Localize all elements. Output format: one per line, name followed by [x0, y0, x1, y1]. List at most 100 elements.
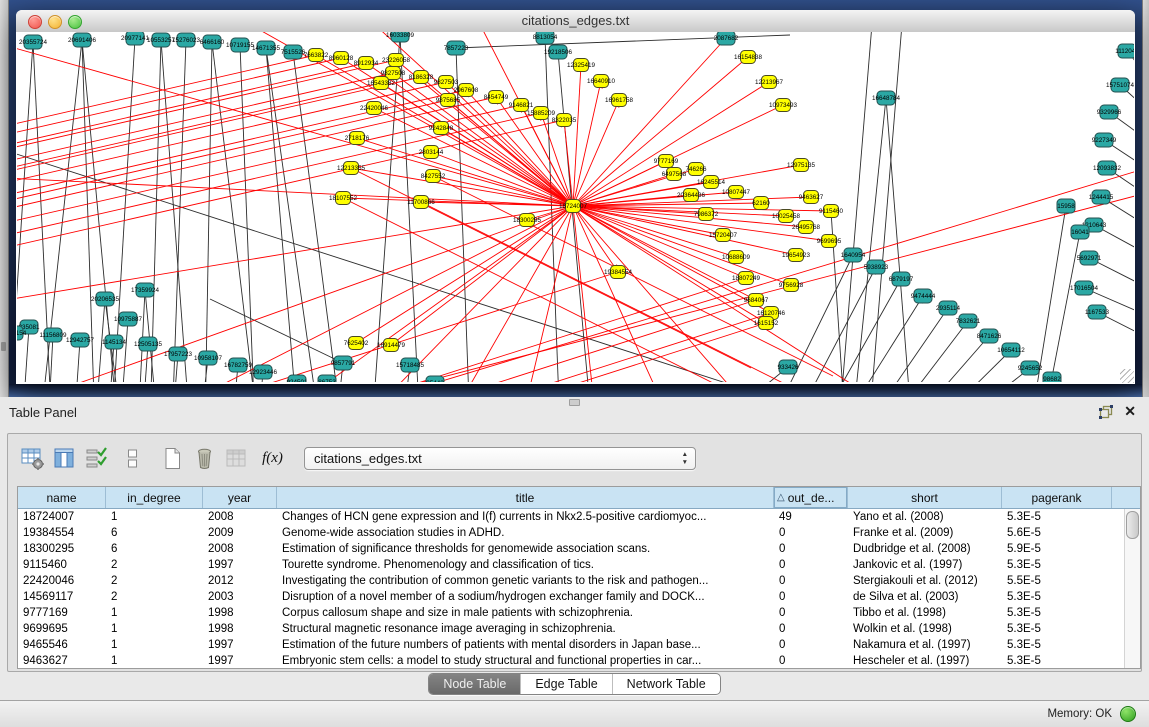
table-cell: Genome-wide association studies in ADHD.: [277, 527, 774, 539]
graph-node-label: 20355724: [19, 39, 48, 46]
graph-node-label: 5692971: [1077, 255, 1102, 262]
table-settings-button[interactable]: [20, 446, 45, 471]
table-cell: 1998: [203, 623, 277, 635]
graph-edge[interactable]: [205, 42, 212, 382]
graph-node-label: 15751074: [1106, 82, 1134, 89]
graph-edge[interactable]: [1030, 206, 1066, 382]
table-row[interactable]: 2242004622012Investigating the contribut…: [18, 573, 1125, 589]
table-row[interactable]: 1938455462009Genome-wide association stu…: [18, 525, 1125, 541]
rows-button[interactable]: [120, 446, 145, 471]
graph-edge[interactable]: [357, 138, 573, 206]
graph-edge[interactable]: [118, 272, 618, 382]
function-builder-button[interactable]: f(x): [260, 446, 285, 471]
table-row[interactable]: 977716911998Corpus callosum shape and si…: [18, 605, 1125, 621]
table-cell: 5.3E-5: [1002, 655, 1112, 667]
table-cell: Estimation of significance thresholds fo…: [277, 543, 774, 555]
column-header-name[interactable]: name: [18, 487, 106, 508]
graph-node-label: 10688609: [722, 254, 751, 261]
column-header-short[interactable]: short: [848, 487, 1002, 508]
select-columns-button[interactable]: [52, 446, 77, 471]
graph-edge[interactable]: [246, 278, 746, 382]
graph-edge[interactable]: [210, 299, 343, 363]
window-resize-grip[interactable]: [1120, 369, 1134, 383]
table-cell: Jankovic et al. (1997): [848, 559, 1002, 571]
table-cell: 49: [774, 511, 848, 523]
table-type-tabbar: Node TableEdge TableNetwork Table: [0, 673, 1149, 695]
table-row[interactable]: 946362711997Embryonic stem cells: a mode…: [18, 653, 1125, 668]
tab-node-table[interactable]: Node Table: [429, 674, 520, 694]
collapsed-right-panel-strip[interactable]: [1142, 0, 1149, 397]
graph-edge[interactable]: [17, 100, 448, 260]
new-table-button[interactable]: [160, 446, 185, 471]
window-minimize-button[interactable]: [48, 15, 62, 29]
network-canvas[interactable]: 1872400776638228960128891293423226058982…: [16, 32, 1135, 384]
graph-edge[interactable]: [17, 63, 366, 223]
table-cell: 6: [106, 527, 203, 539]
memory-ok-indicator[interactable]: [1120, 706, 1136, 722]
graph-edge[interactable]: [393, 73, 573, 206]
graph-node-label: 8813054: [533, 34, 558, 41]
close-panel-icon[interactable]: ✕: [1124, 403, 1136, 419]
column-header-pagerank[interactable]: pagerank: [1002, 487, 1112, 508]
tab-edge-table[interactable]: Edge Table: [520, 674, 611, 694]
graph-edge[interactable]: [940, 368, 1030, 382]
column-header-year[interactable]: year: [203, 487, 277, 508]
column-functions-button[interactable]: [84, 446, 109, 471]
graph-edge[interactable]: [573, 206, 796, 255]
graph-edge[interactable]: [573, 100, 619, 206]
tab-network-table[interactable]: Network Table: [612, 674, 720, 694]
table-cell: 18300295: [18, 543, 106, 555]
graph-edge[interactable]: [421, 202, 821, 382]
graph-node-label: 7663822: [304, 52, 329, 59]
graph-node-label: 2803144: [419, 149, 444, 156]
table-row[interactable]: 1830029562008Estimation of significance …: [18, 541, 1125, 557]
graph-edge[interactable]: [17, 206, 573, 359]
window-title: citations_edges.txt: [16, 10, 1135, 32]
graph-edge[interactable]: [456, 35, 790, 48]
network-window-titlebar[interactable]: citations_edges.txt: [16, 10, 1135, 33]
table-cell: 1: [106, 623, 203, 635]
graph-edge[interactable]: [573, 206, 618, 272]
graph-edge[interactable]: [1042, 232, 1080, 382]
graph-edge[interactable]: [82, 40, 95, 382]
table-vertical-scrollbar[interactable]: [1124, 509, 1140, 668]
graph-edge[interactable]: [343, 198, 743, 382]
table-row[interactable]: 911546021997Tourette syndrome. Phenomeno…: [18, 557, 1125, 573]
collapsed-left-panel-strip[interactable]: [0, 0, 9, 397]
graph-edge[interactable]: [921, 350, 1011, 382]
float-panel-icon[interactable]: [1099, 405, 1113, 419]
graph-edge[interactable]: [700, 367, 788, 382]
graph-node-label: 933426: [777, 364, 799, 371]
graph-node-label: 2087682: [714, 35, 739, 42]
graph-edge[interactable]: [180, 206, 573, 382]
delete-table-button[interactable]: [192, 446, 217, 471]
column-header-out-degree[interactable]: △ out_de...: [774, 487, 848, 508]
graph-edge[interactable]: [573, 81, 601, 206]
graph-edge[interactable]: [573, 65, 581, 206]
graph-edge[interactable]: [962, 379, 1052, 382]
column-header-in-degree[interactable]: in_degree: [106, 487, 203, 508]
scrollbar-thumb[interactable]: [1126, 511, 1139, 539]
graph-node-label: 23226058: [382, 57, 411, 64]
graph-edge[interactable]: [852, 98, 886, 382]
graph-edge[interactable]: [391, 206, 573, 345]
window-zoom-button[interactable]: [68, 15, 82, 29]
graph-edge[interactable]: [17, 83, 381, 243]
graph-node-label: 16961758: [605, 97, 634, 104]
table-row[interactable]: 1456911722003Disruption of a novel membe…: [18, 589, 1125, 605]
graph-node-label: 9242848: [429, 125, 454, 132]
table-row[interactable]: 969969511998Structural magnetic resonanc…: [18, 621, 1125, 637]
network-table-select[interactable]: citations_edges.txt ▲▼: [304, 447, 696, 470]
graph-edge[interactable]: [878, 321, 968, 382]
panel-splitter-handle[interactable]: [569, 399, 580, 406]
table-row[interactable]: 1872400712008Changes of HCN gene express…: [18, 509, 1125, 525]
panel-expand-handle[interactable]: [1, 342, 6, 351]
graph-edge[interactable]: [266, 48, 320, 382]
graph-edge[interactable]: [120, 319, 128, 382]
graph-edge[interactable]: [573, 206, 766, 323]
column-header-title[interactable]: title: [277, 487, 774, 508]
table-row[interactable]: 946554611997Estimation of the future num…: [18, 637, 1125, 653]
table-cell: 5.3E-5: [1002, 591, 1112, 603]
graph-edge[interactable]: [138, 290, 145, 382]
window-close-button[interactable]: [28, 15, 42, 29]
